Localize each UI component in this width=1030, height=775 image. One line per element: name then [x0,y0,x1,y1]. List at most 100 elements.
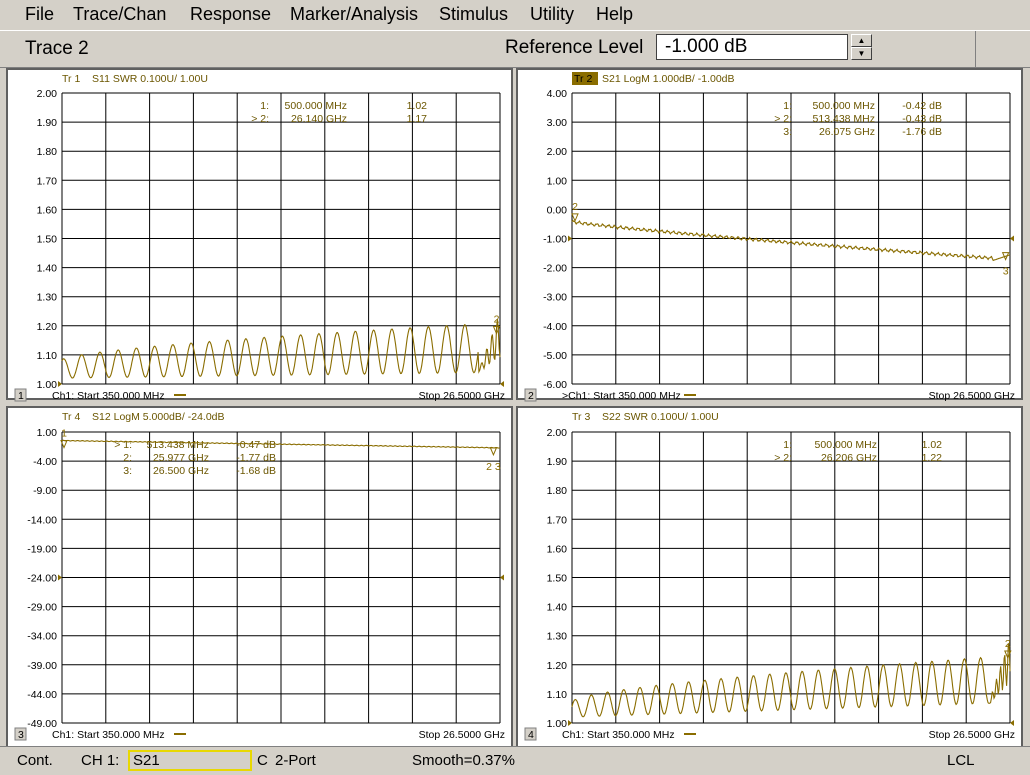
y-tick-label: 2.00 [547,146,568,158]
y-tick-label: -44.00 [27,689,57,701]
pane-number: 3 [18,729,24,741]
sweep-start-label[interactable]: >Ch1: Start 350.000 MHz [562,390,681,402]
y-tick-label: -19.00 [27,543,57,555]
marker-index: 3: [123,465,132,477]
marker-frequency: 26.140 GHz [291,113,347,125]
y-tick-label: 1.80 [37,146,58,158]
sweep-stop-label[interactable]: Stop 26.5000 GHz [419,729,505,741]
trace-title-tr[interactable]: Tr 2 [574,73,592,85]
marker-flag-label[interactable]: 2 [494,314,500,326]
y-tick-label: -14.00 [27,514,57,526]
menu-utility[interactable]: Utility [530,4,574,25]
y-tick-label: -1.00 [543,234,567,246]
marker-index: > 2: [774,452,792,464]
marker-frequency: 26.075 GHz [819,126,875,138]
y-tick-label: -5.00 [543,350,567,362]
measurement-display: Tr 1 S11 SWR 0.100U/ 1.00U 2.00 1.90 1.80 1.7… [6,68,1023,746]
active-trace-label: Trace 2 [25,38,89,59]
menu-trace-chan[interactable]: Trace/Chan [73,4,166,25]
marker-flag-label[interactable]: 3 [1003,266,1009,278]
y-tick-label: 3.00 [547,117,568,129]
y-tick-label: 1.40 [547,602,568,614]
pane-frame [516,406,1023,746]
pane-4[interactable]: Tr 3 S22 SWR 0.100U/ 1.00U 2.00 1.90 1.80 1.7… [516,406,1023,746]
reference-level-spinner: ▲ ▼ [851,34,872,60]
y-tick-label: -2.00 [543,263,567,275]
sweep-mode[interactable]: Cont. [17,752,53,769]
marker-flag-label[interactable]: 2 [572,201,578,213]
y-tick-label: 4.00 [547,88,568,100]
entry-toolbar: Trace 2 Reference Level -1.000 dB ▲ ▼ [0,30,1030,68]
marker-flag-label[interactable]: 1 [61,428,67,440]
y-tick-label: 1.60 [547,543,568,555]
marker-value: -1.76 dB [902,126,942,138]
y-tick-label: -29.00 [27,602,57,614]
cal-type: 2-Port [275,752,316,769]
marker-frequency: 25.977 GHz [153,452,209,464]
pane-number: 4 [528,729,534,741]
spin-up-icon[interactable]: ▲ [851,34,872,47]
y-tick-label: 1.30 [547,631,568,643]
y-tick-label: -9.00 [33,485,57,497]
marker-value: 1.17 [407,113,428,125]
marker-value: -0.47 dB [236,439,276,451]
menu-file[interactable]: File [25,4,54,25]
marker-index: 1: [783,439,792,451]
y-tick-label: -4.00 [33,456,57,468]
marker-index: 3: [783,126,792,138]
trace-title-tr[interactable]: Tr 1 [62,73,80,85]
menu-stimulus[interactable]: Stimulus [439,4,508,25]
sweep-start-label[interactable]: Ch1: Start 350.000 MHz [52,729,165,741]
reference-level-label: Reference Level [505,37,644,58]
pane-number: 1 [18,390,24,402]
y-tick-label: 1.00 [547,175,568,187]
y-tick-label: -39.00 [27,660,57,672]
spin-down-icon[interactable]: ▼ [851,47,872,60]
marker-flag-label[interactable]: 2 [1005,638,1011,650]
marker-value: -1.77 dB [236,452,276,464]
sweep-stop-label[interactable]: Stop 26.5000 GHz [929,729,1015,741]
active-parameter[interactable]: S21 [128,750,252,771]
y-tick-label: 1.40 [37,263,58,275]
marker-index: 1: [260,100,269,112]
sweep-stop-label[interactable]: Stop 26.5000 GHz [419,390,505,402]
marker-value: -1.68 dB [236,465,276,477]
y-tick-label: -34.00 [27,631,57,643]
y-tick-label: 1.60 [37,204,58,216]
trace-title-tr[interactable]: Tr 4 [62,411,80,423]
marker-index: > 2: [774,113,792,125]
marker-frequency: 500.000 MHz [813,100,875,112]
y-tick-label: 1.90 [547,456,568,468]
y-tick-label: 2.00 [547,427,568,439]
pane-2[interactable]: Tr 2 S21 LogM 1.000dB/ -1.00dB 4.00 3.00 2.0… [516,68,1023,402]
sweep-start-label[interactable]: Ch1: Start 350.000 MHz [52,390,165,402]
pane-frame [516,68,1023,400]
cal-indicator: C [257,752,268,769]
pane-number: 2 [528,390,534,402]
marker-frequency: 26.500 GHz [153,465,209,477]
menu-response[interactable]: Response [190,4,271,25]
pane-3[interactable]: Tr 4 S12 LogM 5.000dB/ -24.0dB 1.00 -4.00 -9… [6,406,513,746]
smoothing-status: Smooth=0.37% [412,752,515,769]
pane-1[interactable]: Tr 1 S11 SWR 0.100U/ 1.00U 2.00 1.90 1.80 1.7… [6,68,513,402]
sweep-start-label[interactable]: Ch1: Start 350.000 MHz [562,729,675,741]
menu-bar: File Trace/Chan Response Marker/Analysis… [0,0,1030,30]
trace-title-tr[interactable]: Tr 3 [572,411,590,423]
marker-frequency: 500.000 MHz [815,439,877,451]
y-tick-label: 1.20 [37,321,58,333]
trace-title: S22 SWR 0.100U/ 1.00U [602,411,719,423]
y-tick-label: 1.90 [37,117,58,129]
trace-title: S12 LogM 5.000dB/ -24.0dB [92,411,225,423]
y-tick-label: 1.70 [37,175,58,187]
toolbar-divider [975,31,976,67]
sweep-stop-label[interactable]: Stop 26.5000 GHz [929,390,1015,402]
menu-help[interactable]: Help [596,4,633,25]
marker-value: 1.02 [407,100,428,112]
trace-title: S21 LogM 1.000dB/ -1.00dB [602,73,735,85]
reference-level-input[interactable]: -1.000 dB [656,34,848,60]
marker-value: 1.02 [922,439,943,451]
y-tick-label: 1.00 [37,427,58,439]
marker-flag-label[interactable]: 2 3 [486,461,501,473]
y-tick-label: -4.00 [543,321,567,333]
menu-marker-analysis[interactable]: Marker/Analysis [290,4,418,25]
